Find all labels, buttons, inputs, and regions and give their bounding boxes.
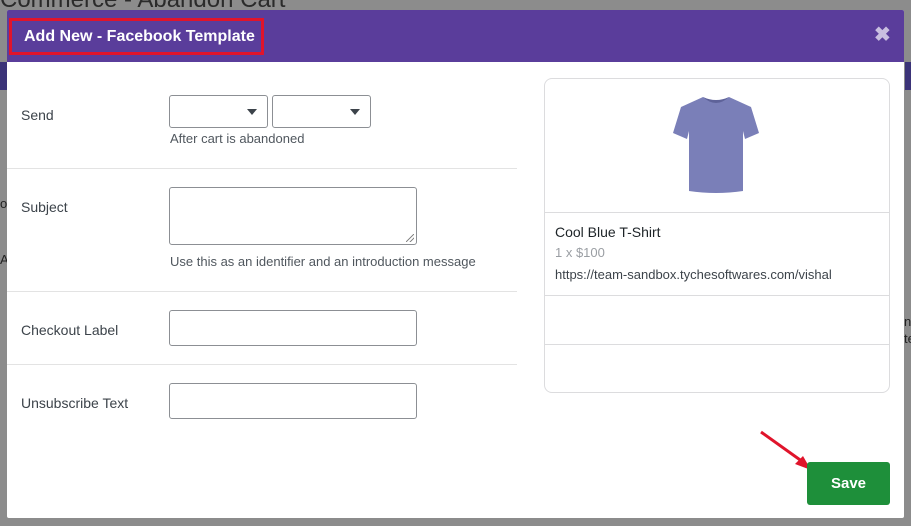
unsubscribe-text-label: Unsubscribe Text (21, 395, 129, 411)
send-label: Send (21, 107, 54, 123)
chevron-down-icon (350, 109, 360, 115)
unsubscribe-text-input[interactable] (169, 383, 417, 419)
divider (545, 295, 889, 296)
product-quantity-price: 1 x $100 (555, 245, 605, 260)
checkout-label-label: Checkout Label (21, 322, 119, 338)
chevron-down-icon (247, 109, 257, 115)
subject-label: Subject (21, 199, 68, 215)
resize-handle-icon[interactable] (406, 234, 414, 242)
send-unit-select[interactable] (272, 95, 371, 128)
divider (545, 344, 889, 345)
product-url: https://team-sandbox.tychesoftwares.com/… (555, 267, 832, 282)
background-fragment: te (904, 331, 911, 346)
template-preview-card: Cool Blue T-Shirt 1 x $100 https://team-… (544, 78, 890, 393)
subject-hint: Use this as an identifier and an introdu… (170, 254, 476, 269)
background-fragment: n (904, 314, 911, 329)
divider (7, 168, 517, 169)
close-icon[interactable]: ✖ (874, 25, 891, 45)
save-button[interactable]: Save (807, 462, 890, 505)
modal-header: Add New - Facebook Template ✖ (7, 10, 904, 62)
product-image (545, 79, 889, 213)
tshirt-icon (673, 95, 759, 193)
divider (7, 364, 517, 365)
checkout-label-input[interactable] (169, 310, 417, 346)
facebook-template-modal: Add New - Facebook Template ✖ Send After… (7, 10, 904, 518)
modal-title: Add New - Facebook Template (9, 18, 264, 55)
subject-textarea[interactable] (169, 187, 417, 245)
divider (7, 291, 517, 292)
background-nav-strip-right (905, 62, 911, 90)
send-quantity-select[interactable] (169, 95, 268, 128)
product-name: Cool Blue T-Shirt (555, 224, 661, 240)
send-hint: After cart is abandoned (170, 131, 305, 146)
